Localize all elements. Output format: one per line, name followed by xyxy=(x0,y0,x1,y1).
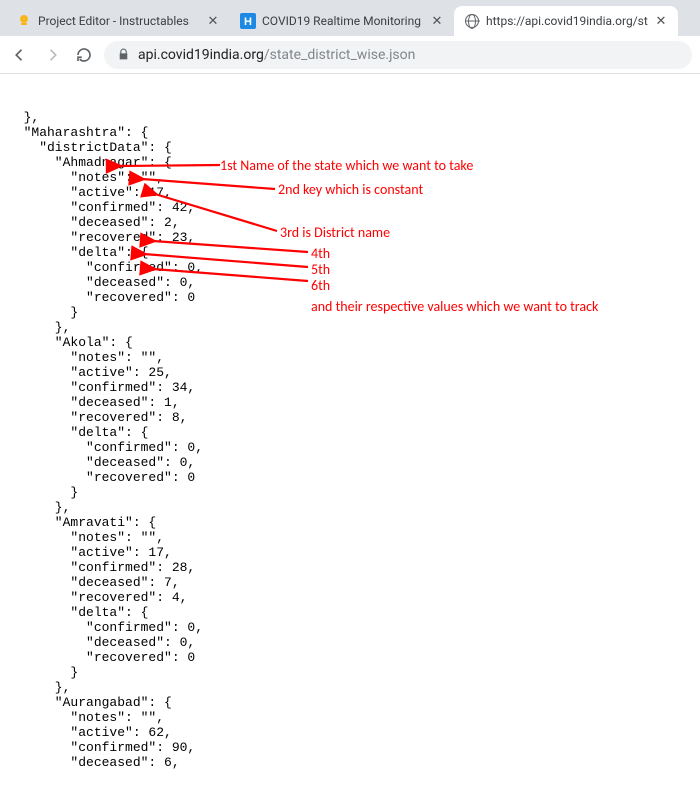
tab-title: COVID19 Realtime Monitoring xyxy=(262,14,424,28)
close-icon[interactable]: ✕ xyxy=(430,14,444,28)
url-text: api.covid19india.org/state_district_wise… xyxy=(138,47,680,63)
back-button[interactable] xyxy=(8,43,32,67)
lock-icon xyxy=(116,48,130,62)
tab-api-json[interactable]: https://api.covid19india.org/sta ✕ xyxy=(454,6,678,36)
tab-title: Project Editor - Instructables xyxy=(38,14,200,28)
globe-icon xyxy=(464,13,480,29)
url-host: api.covid19india.org xyxy=(138,47,264,63)
tab-strip: Project Editor - Instructables ✕ H COVID… xyxy=(0,0,700,36)
instructables-icon xyxy=(16,13,32,29)
reload-button[interactable] xyxy=(72,43,96,67)
close-icon[interactable]: ✕ xyxy=(654,14,668,28)
tab-title: https://api.covid19india.org/sta xyxy=(486,14,648,28)
url-path: /state_district_wise.json xyxy=(264,47,416,63)
json-viewer[interactable]: }, "Maharashtra": { "districtData": { "A… xyxy=(0,74,700,806)
tab-instructables[interactable]: Project Editor - Instructables ✕ xyxy=(6,6,230,36)
h-blue-icon: H xyxy=(240,13,256,29)
address-bar[interactable]: api.covid19india.org/state_district_wise… xyxy=(104,41,692,69)
close-icon[interactable]: ✕ xyxy=(206,14,220,28)
browser-toolbar: api.covid19india.org/state_district_wise… xyxy=(0,36,700,74)
forward-button[interactable] xyxy=(40,43,64,67)
tab-covid-monitor[interactable]: H COVID19 Realtime Monitoring ✕ xyxy=(230,6,454,36)
svg-text:H: H xyxy=(244,16,252,28)
